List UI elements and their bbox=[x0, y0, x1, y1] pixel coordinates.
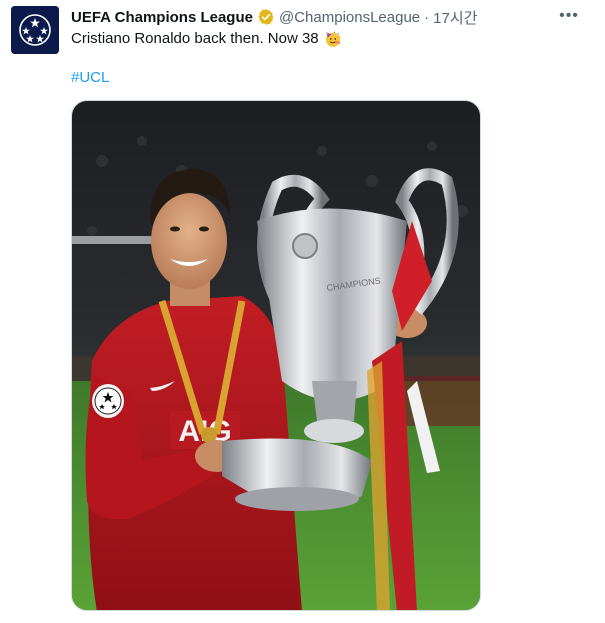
avatar[interactable] bbox=[11, 6, 59, 54]
author-name[interactable]: UEFA Champions League bbox=[71, 9, 253, 26]
tweet-header: UEFA Champions League @ChampionsLeague ·… bbox=[71, 7, 575, 27]
hashtag-link[interactable]: #UCL bbox=[71, 68, 109, 88]
timestamp[interactable]: 17시간 bbox=[433, 7, 477, 28]
tweet-media-photo[interactable]: AIG CHAMPIONS bbox=[71, 100, 481, 611]
separator-dot: · bbox=[424, 8, 430, 26]
party-face-emoji-icon bbox=[325, 31, 341, 47]
ucl-starball-logo-icon bbox=[11, 6, 59, 54]
tweet-text-body: Cristiano Ronaldo back then. Now 38 bbox=[71, 30, 319, 47]
tweet-text: Cristiano Ronaldo back then. Now 38 bbox=[71, 29, 342, 49]
verified-badge-icon bbox=[258, 9, 274, 25]
more-options-button[interactable]: ••• bbox=[557, 6, 581, 26]
more-options-icon: ••• bbox=[559, 7, 579, 24]
author-handle[interactable]: @ChampionsLeague bbox=[279, 9, 420, 26]
tweet-card[interactable]: UEFA Champions League @ChampionsLeague ·… bbox=[0, 0, 605, 623]
photo-ronaldo-trophy: AIG CHAMPIONS bbox=[72, 101, 480, 610]
